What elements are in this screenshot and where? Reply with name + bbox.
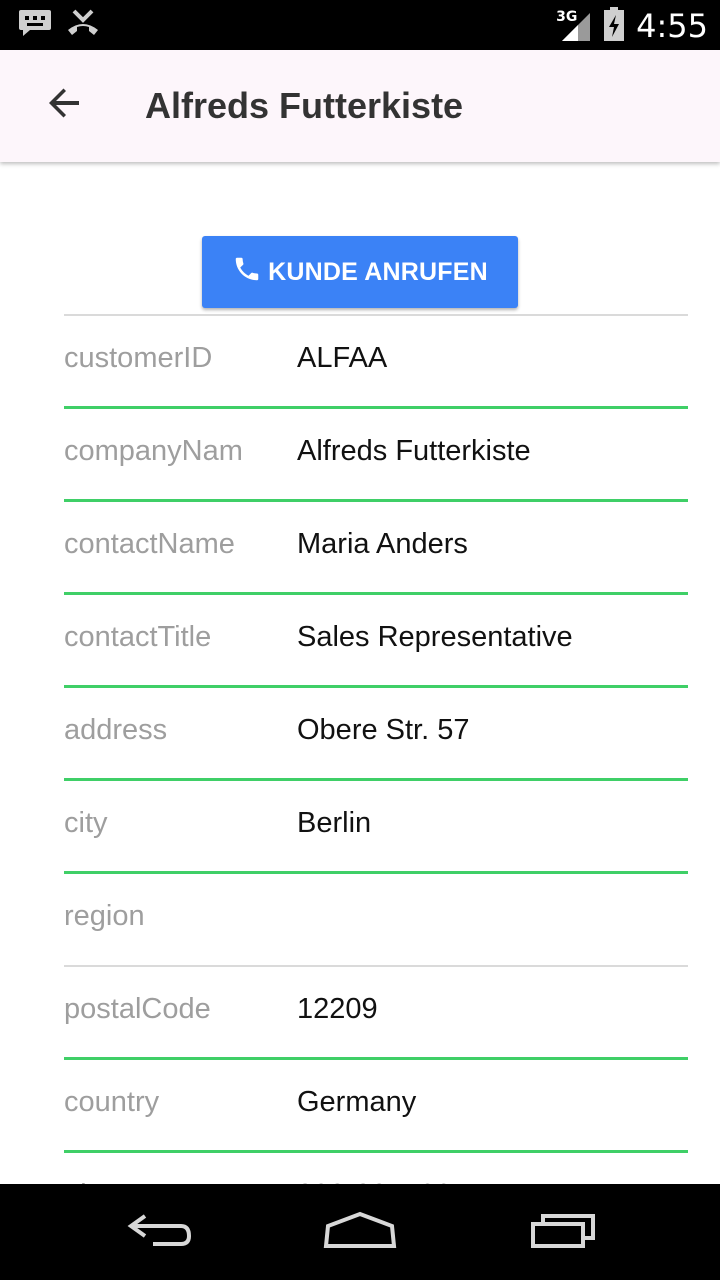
field-value: Berlin	[297, 807, 372, 839]
field-value: 12209	[297, 993, 378, 1025]
field-label: city	[64, 807, 108, 839]
field-customer-id[interactable]: customerID ALFAA	[64, 316, 688, 409]
field-contact-title[interactable]: contactTitle Sales Representative	[64, 595, 688, 688]
field-label: address	[64, 714, 168, 746]
field-postal-code[interactable]: postalCode 12209	[64, 967, 688, 1060]
phone-icon	[232, 254, 262, 291]
field-label: contactTitle	[64, 621, 212, 653]
call-customer-button[interactable]: KUNDE ANRUFEN	[202, 236, 518, 308]
nav-back-button[interactable]	[120, 1208, 200, 1256]
field-company-name[interactable]: companyNam Alfreds Futterkiste	[64, 409, 688, 502]
page-title: Alfreds Futterkiste	[145, 85, 464, 126]
clock: 4:55	[636, 7, 708, 45]
field-value: ALFAA	[297, 342, 388, 374]
recents-nav-icon	[527, 1210, 597, 1254]
field-contact-name[interactable]: contactName Maria Anders	[64, 502, 688, 595]
field-address[interactable]: address Obere Str. 57	[64, 688, 688, 781]
field-list: customerID ALFAA companyNam Alfreds Futt…	[64, 316, 688, 1184]
field-label: postalCode	[64, 993, 211, 1025]
field-country[interactable]: country Germany	[64, 1060, 688, 1153]
field-value: Sales Representative	[297, 621, 573, 653]
field-label: customerID	[64, 342, 213, 374]
field-label: contactName	[64, 528, 235, 560]
field-value: Alfreds Futterkiste	[297, 435, 531, 467]
signal-3g-icon: 3G	[556, 9, 592, 43]
status-bar: 3G 4:55	[0, 0, 720, 50]
field-value: Maria Anders	[297, 528, 468, 560]
field-label: country	[64, 1086, 160, 1118]
nav-home-button[interactable]	[320, 1208, 400, 1256]
call-customer-label: KUNDE ANRUFEN	[268, 257, 488, 286]
field-value: Germany	[297, 1086, 417, 1118]
field-phone[interactable]: phone 030-0074321	[64, 1153, 688, 1184]
field-region[interactable]: region	[64, 874, 688, 967]
nav-recents-button[interactable]	[522, 1208, 602, 1256]
back-button[interactable]	[38, 78, 92, 132]
app-bar: Alfreds Futterkiste	[0, 50, 720, 162]
field-value: Obere Str. 57	[297, 714, 470, 746]
battery-icon	[602, 6, 626, 46]
system-nav-bar	[0, 1184, 720, 1280]
arrow-back-icon	[47, 85, 83, 125]
field-label: companyNam	[64, 435, 243, 467]
home-nav-icon	[322, 1210, 398, 1254]
keyboard-icon	[18, 8, 52, 42]
back-nav-icon	[125, 1210, 195, 1254]
missed-call-icon	[66, 8, 100, 42]
field-city[interactable]: city Berlin	[64, 781, 688, 874]
customer-detail: KUNDE ANRUFEN customerID ALFAA companyNa…	[0, 162, 720, 1184]
field-label: region	[64, 900, 145, 932]
